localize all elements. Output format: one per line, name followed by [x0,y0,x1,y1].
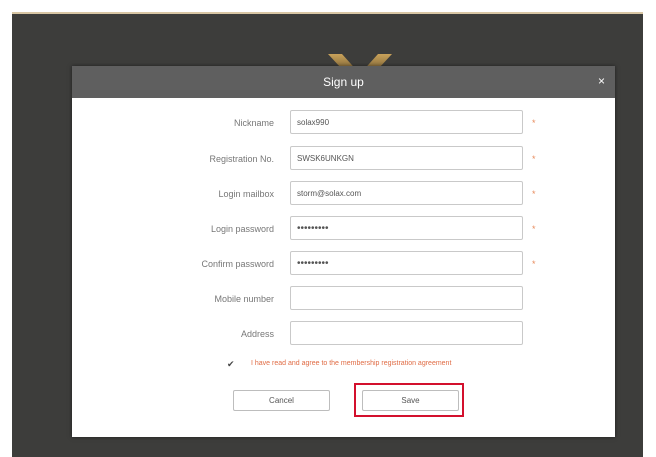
signup-dialog: Sign up × Nickname * Registration No. * … [72,66,615,437]
agreement-link[interactable]: I have read and agree to the membership … [251,356,451,372]
field-row-registration-no: Registration No. * [72,146,615,172]
confirm-password-label: Confirm password [201,259,274,269]
required-marker: * [532,259,536,269]
address-label: Address [240,329,274,339]
close-icon[interactable]: × [598,66,605,96]
field-row-address: Address [72,321,615,347]
mobile-number-label: Mobile number [214,294,274,304]
field-row-mobile-number: Mobile number [72,286,615,312]
confirm-password-input[interactable] [290,251,523,275]
nickname-input[interactable] [290,110,523,134]
registration-no-label: Registration No. [209,154,274,164]
agreement-row: ✔ I have read and agree to the membershi… [227,356,557,372]
required-marker: * [532,224,536,234]
field-row-nickname: Nickname * [72,110,615,136]
required-marker: * [532,189,536,199]
registration-no-input[interactable] [290,146,523,170]
nickname-label: Nickname [233,118,274,128]
required-marker: * [532,154,536,164]
checkbox-checked-icon[interactable]: ✔ [227,356,235,372]
login-password-label: Login password [210,224,274,234]
required-marker: * [532,118,536,128]
dialog-titlebar: Sign up × [72,66,615,98]
login-mailbox-input[interactable] [290,181,523,205]
field-row-login-mailbox: Login mailbox * [72,181,615,207]
address-input[interactable] [290,321,523,345]
field-row-confirm-password: Confirm password * [72,251,615,277]
dialog-title: Sign up [323,75,364,89]
login-mailbox-label: Login mailbox [218,189,274,199]
login-password-input[interactable] [290,216,523,240]
field-row-login-password: Login password * [72,216,615,242]
cancel-button[interactable]: Cancel [233,390,330,411]
save-button[interactable]: Save [362,390,459,411]
mobile-number-input[interactable] [290,286,523,310]
